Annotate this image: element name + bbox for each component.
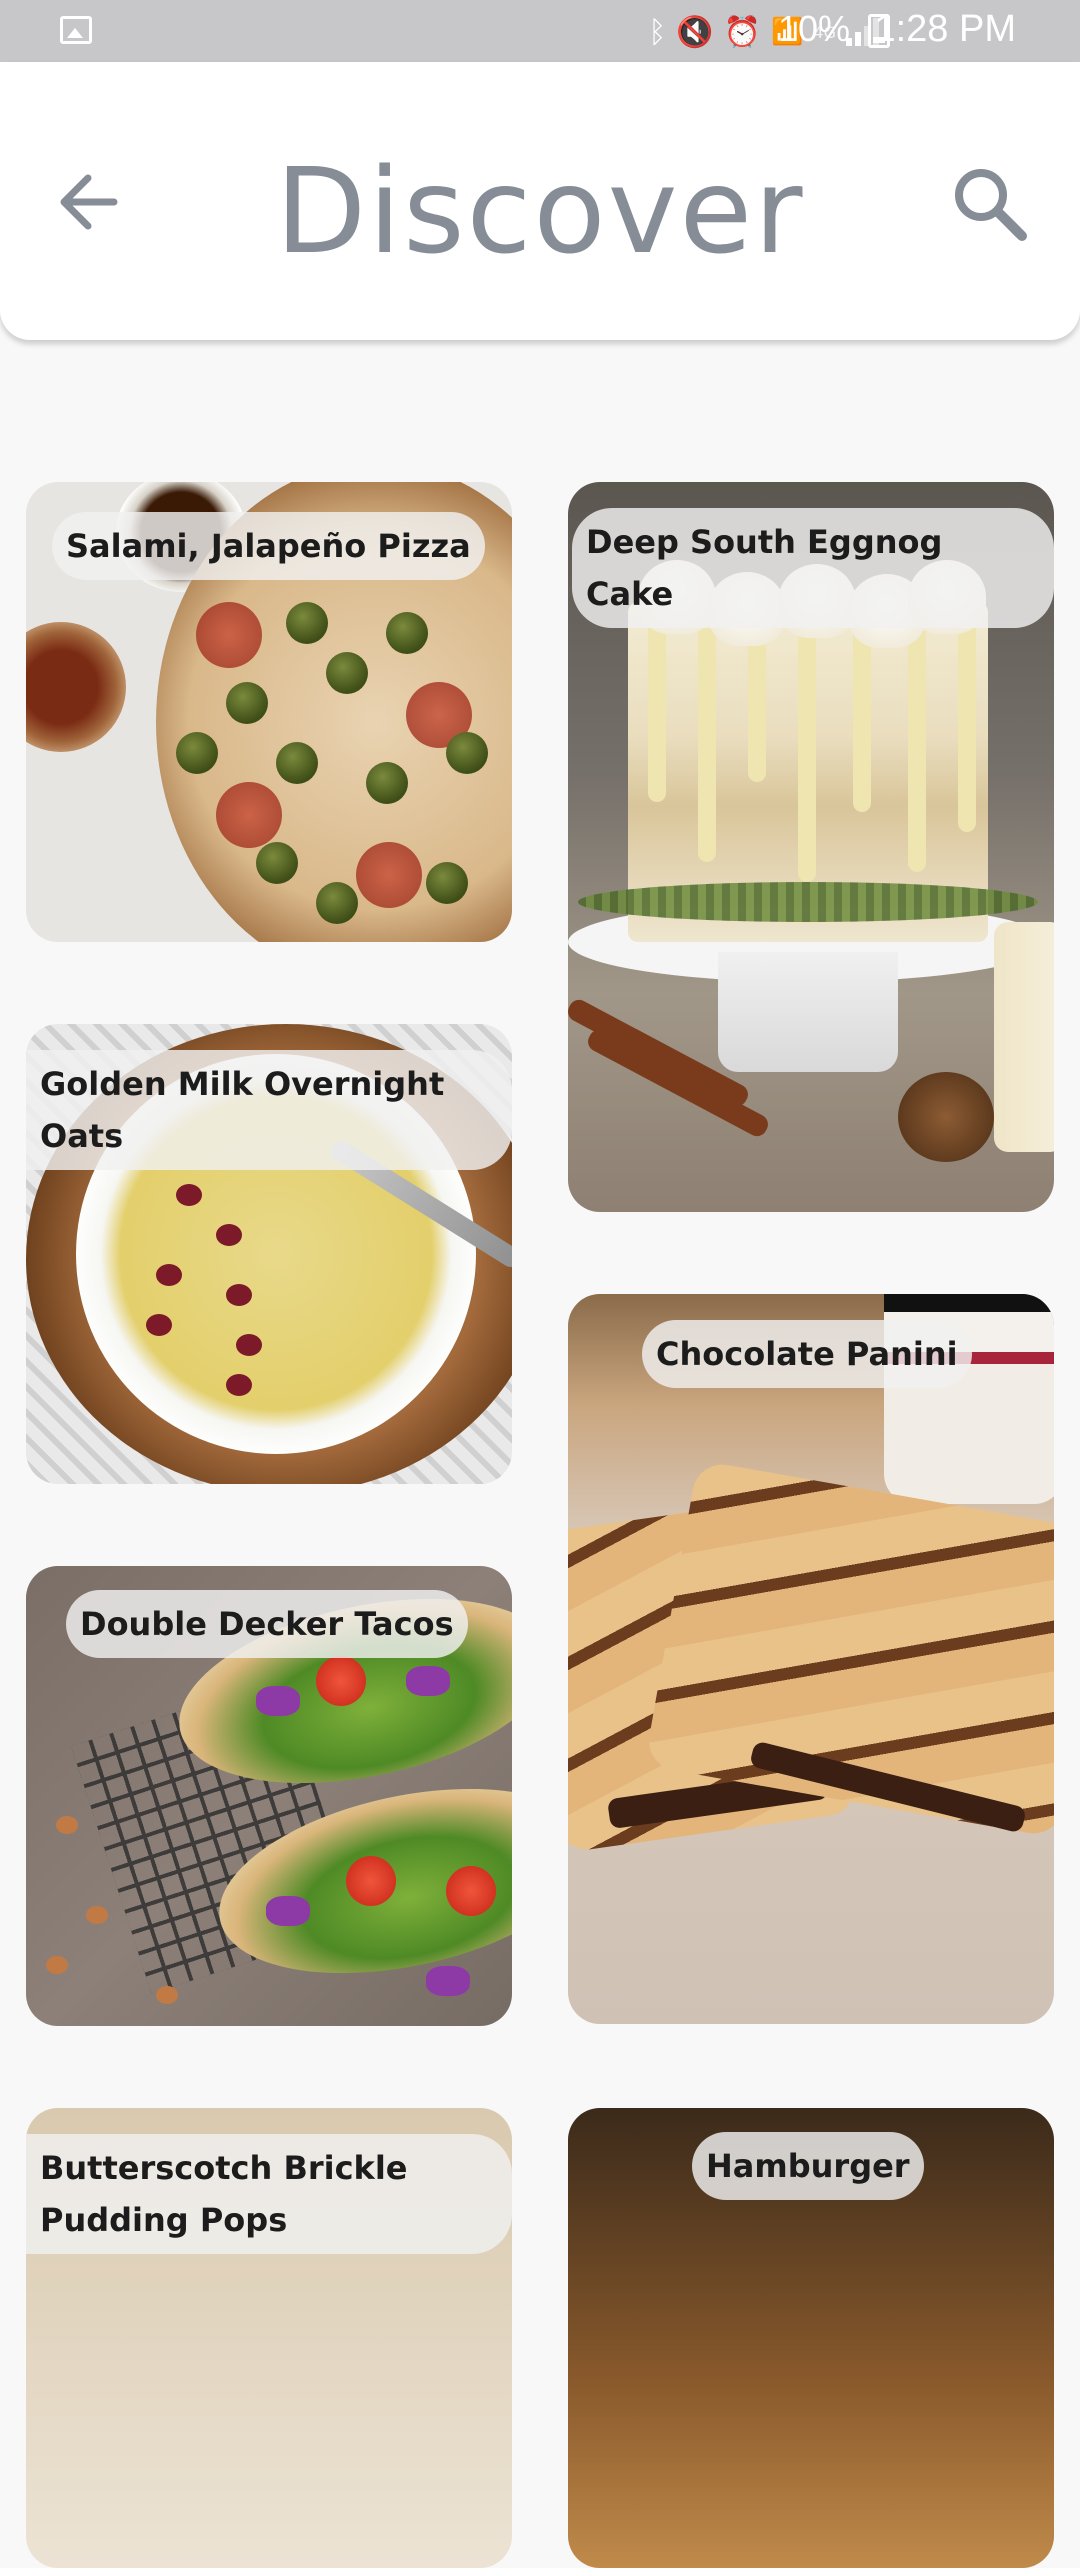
battery-percentage: 10% — [777, 8, 850, 49]
recipe-title: Salami, Jalapeño Pizza — [52, 512, 485, 580]
gallery-notification-icon — [60, 16, 92, 44]
recipe-title: Hamburger — [692, 2132, 924, 2200]
recipe-card-chocolate-panini[interactable]: Chocolate Panini — [568, 1294, 1054, 2024]
recipe-card-golden-milk-overnight-oats[interactable]: Golden Milk Overnight Oats — [26, 1024, 512, 1484]
mute-icon: 🔇 — [676, 14, 714, 50]
status-bar: ᛒ 🔇 ⏰ 📶 4G 10% 1:28 PM — [0, 0, 1080, 62]
recipe-image — [568, 1294, 1054, 2024]
search-icon — [955, 169, 1027, 241]
recipe-card-deep-south-eggnog-cake[interactable]: Deep South Eggnog Cake — [568, 482, 1054, 1212]
search-button[interactable] — [948, 162, 1030, 244]
recipe-title: Deep South Eggnog Cake — [572, 508, 1054, 628]
alarm-icon: ⏰ — [723, 14, 762, 50]
recipe-title: Butterscotch Brickle Pudding Pops — [26, 2134, 512, 2254]
bluetooth-icon: ᛒ — [648, 14, 667, 50]
clock: 1:28 PM — [874, 8, 1016, 50]
recipe-card-butterscotch-brickle-pudding-pops[interactable]: Butterscotch Brickle Pudding Pops — [26, 2108, 512, 2568]
app-header: Discover — [0, 62, 1080, 340]
recipe-title: Golden Milk Overnight Oats — [26, 1050, 512, 1170]
recipe-title: Chocolate Panini — [642, 1320, 972, 1388]
recipe-card-double-decker-tacos[interactable]: Double Decker Tacos — [26, 1566, 512, 2026]
recipe-card-salami-jalapeno-pizza[interactable]: Salami, Jalapeño Pizza — [26, 482, 512, 942]
recipe-card-hamburger[interactable]: Hamburger — [568, 2108, 1054, 2568]
recipe-title: Double Decker Tacos — [66, 1590, 468, 1658]
page-title: Discover — [275, 142, 805, 280]
